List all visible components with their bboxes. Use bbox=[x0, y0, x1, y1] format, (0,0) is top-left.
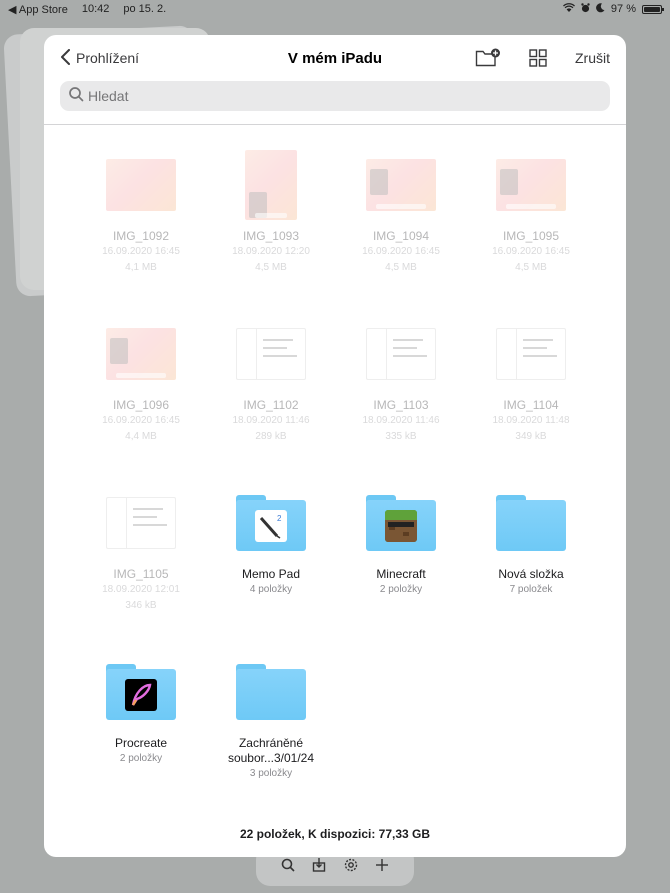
image-thumbnail bbox=[236, 328, 306, 380]
file-name: IMG_1102 bbox=[243, 398, 299, 412]
file-date: 16.09.2020 16:45 bbox=[102, 415, 180, 426]
procreate-app-icon bbox=[125, 679, 157, 711]
folder-icon bbox=[496, 495, 566, 551]
file-name: IMG_1096 bbox=[112, 398, 170, 412]
file-size: 4,4 MB bbox=[125, 431, 157, 442]
file-item: IMG_1096 16.09.2020 16:45 4,4 MB bbox=[76, 314, 206, 483]
folder-item-memo-pad[interactable]: 2 Memo Pad 4 položky bbox=[206, 483, 336, 652]
file-item: IMG_1102 18.09.2020 11:46 289 kB bbox=[206, 314, 336, 483]
status-bar: ◀ App Store 10:42 po 15. 2. 97 % bbox=[0, 0, 670, 18]
chevron-left-icon bbox=[60, 48, 72, 68]
folder-icon bbox=[236, 664, 306, 720]
file-item: IMG_1105 18.09.2020 12:01 346 kB bbox=[76, 483, 206, 652]
file-name: IMG_1094 bbox=[372, 229, 430, 243]
image-thumbnail bbox=[366, 159, 436, 211]
file-size: 346 kB bbox=[125, 600, 157, 611]
grid-icon bbox=[529, 49, 547, 67]
search-icon bbox=[281, 858, 295, 876]
file-name: IMG_1103 bbox=[373, 398, 429, 412]
file-item: IMG_1095 16.09.2020 16:45 4,5 MB bbox=[466, 145, 596, 314]
file-size: 349 kB bbox=[515, 431, 547, 442]
divider bbox=[44, 124, 626, 125]
wifi-icon bbox=[562, 2, 575, 16]
file-date: 18.09.2020 12:01 bbox=[102, 584, 180, 595]
new-folder-button[interactable] bbox=[475, 48, 501, 68]
file-item: IMG_1103 18.09.2020 11:46 335 kB bbox=[336, 314, 466, 483]
image-thumbnail bbox=[106, 159, 176, 211]
folder-count: 3 položky bbox=[249, 768, 293, 779]
image-thumbnail bbox=[496, 159, 566, 211]
folder-count: 2 položky bbox=[379, 584, 423, 595]
battery-icon bbox=[642, 4, 664, 14]
file-date: 18.09.2020 11:46 bbox=[232, 415, 310, 426]
navigation-bar: Prohlížení V mém iPadu Zrušit bbox=[44, 35, 626, 81]
image-thumbnail bbox=[366, 328, 436, 380]
back-button[interactable]: Prohlížení bbox=[60, 48, 140, 68]
plus-icon bbox=[375, 858, 389, 876]
file-date: 18.09.2020 11:48 bbox=[492, 415, 570, 426]
search-bar bbox=[60, 81, 610, 111]
file-item: IMG_1092 16.09.2020 16:45 4,1 MB bbox=[76, 145, 206, 314]
file-size: 4,5 MB bbox=[515, 262, 547, 273]
file-date: 18.09.2020 11:46 bbox=[362, 415, 440, 426]
memo-pad-app-icon: 2 bbox=[255, 510, 287, 542]
file-date: 16.09.2020 16:45 bbox=[102, 246, 180, 257]
file-item: IMG_1104 18.09.2020 11:48 349 kB bbox=[466, 314, 596, 483]
storage-summary: 22 položek, K dispozici: 77,33 GB bbox=[239, 827, 431, 841]
file-date: 16.09.2020 16:45 bbox=[492, 246, 570, 257]
cancel-button[interactable]: Zrušit bbox=[575, 50, 610, 66]
folder-name: Nová složka bbox=[498, 567, 564, 581]
svg-text:2: 2 bbox=[277, 514, 282, 523]
file-date: 18.09.2020 12:20 bbox=[232, 246, 310, 257]
image-thumbnail bbox=[245, 150, 297, 220]
import-icon bbox=[312, 858, 326, 876]
search-input[interactable] bbox=[88, 88, 602, 104]
view-grid-button[interactable] bbox=[525, 48, 551, 68]
folder-name: Memo Pad bbox=[241, 567, 301, 581]
folder-name: Minecraft bbox=[376, 567, 426, 581]
folder-count: 2 položky bbox=[119, 753, 163, 764]
back-button-label: Prohlížení bbox=[76, 50, 140, 66]
folder-icon bbox=[106, 664, 176, 720]
file-size: 335 kB bbox=[385, 431, 417, 442]
file-name: IMG_1092 bbox=[112, 229, 170, 243]
image-thumbnail bbox=[496, 328, 566, 380]
folder-item-new-folder[interactable]: Nová složka 7 položek bbox=[466, 483, 596, 652]
status-time: 10:42 bbox=[81, 3, 110, 15]
folder-item-minecraft[interactable]: Minecraft 2 položky bbox=[336, 483, 466, 652]
new-folder-icon bbox=[475, 48, 500, 67]
file-name: IMG_1104 bbox=[503, 398, 559, 412]
folder-name: Zachráněné soubor...3/01/24 bbox=[227, 736, 315, 765]
file-item: IMG_1094 16.09.2020 16:45 4,5 MB bbox=[336, 145, 466, 314]
image-thumbnail bbox=[106, 328, 176, 380]
folder-icon bbox=[366, 495, 436, 551]
file-size: 4,5 MB bbox=[385, 262, 417, 273]
file-name: IMG_1105 bbox=[113, 567, 169, 581]
back-to-app-link[interactable]: ◀ App Store bbox=[8, 3, 68, 16]
alarm-icon bbox=[581, 2, 590, 16]
folder-icon: 2 bbox=[236, 495, 306, 551]
folder-item-procreate[interactable]: Procreate 2 položky bbox=[76, 652, 206, 821]
file-grid: IMG_1092 16.09.2020 16:45 4,1 MB IMG_109… bbox=[76, 145, 596, 821]
folder-count: 7 položek bbox=[509, 584, 553, 595]
file-picker-sheet: Prohlížení V mém iPadu Zrušit IMG_1092 1… bbox=[44, 35, 626, 857]
moon-icon bbox=[596, 2, 605, 16]
file-name: IMG_1095 bbox=[502, 229, 560, 243]
minecraft-app-icon bbox=[385, 510, 417, 542]
image-thumbnail bbox=[106, 497, 176, 549]
file-size: 4,1 MB bbox=[125, 262, 157, 273]
search-icon bbox=[68, 86, 84, 107]
folder-item-rescued-files[interactable]: Zachráněné soubor...3/01/24 3 položky bbox=[206, 652, 336, 821]
gear-icon bbox=[344, 858, 358, 876]
file-date: 16.09.2020 16:45 bbox=[362, 246, 440, 257]
status-date: po 15. 2. bbox=[123, 3, 167, 15]
battery-percent: 97 % bbox=[610, 3, 636, 15]
file-size: 4,5 MB bbox=[255, 262, 287, 273]
file-name: IMG_1093 bbox=[242, 229, 300, 243]
file-item: IMG_1093 18.09.2020 12:20 4,5 MB bbox=[206, 145, 336, 314]
folder-count: 4 položky bbox=[249, 584, 293, 595]
folder-name: Procreate bbox=[114, 736, 168, 750]
file-size: 289 kB bbox=[255, 431, 287, 442]
